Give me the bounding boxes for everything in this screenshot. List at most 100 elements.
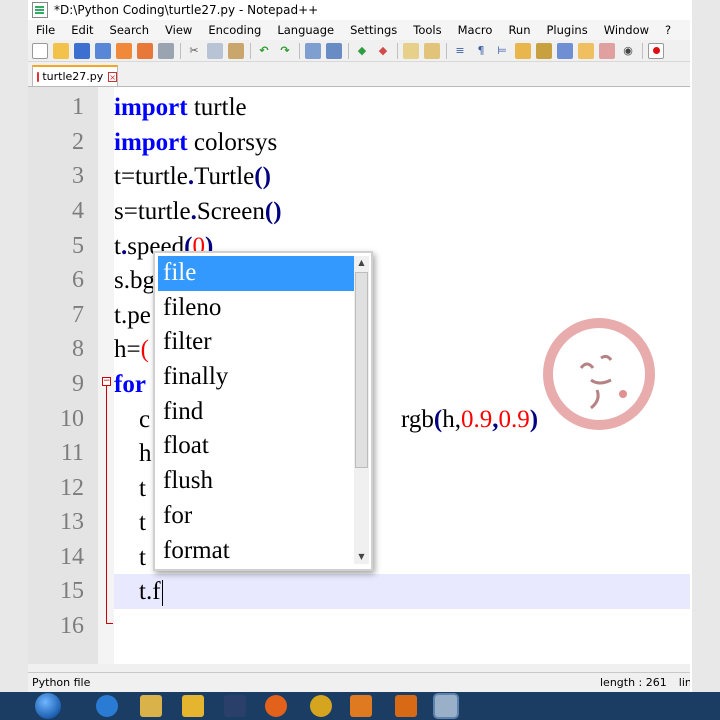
close-file-icon[interactable] bbox=[116, 42, 132, 59]
code-line: s.bg bbox=[114, 263, 155, 298]
photoshop-icon[interactable] bbox=[224, 695, 246, 717]
autocomplete-item[interactable]: flush bbox=[158, 464, 354, 499]
code-text: t bbox=[114, 475, 146, 502]
autocomplete-item[interactable]: float bbox=[158, 429, 354, 464]
windows-taskbar bbox=[0, 692, 720, 720]
title-bar[interactable]: *D:\Python Coding\turtle27.py - Notepad+… bbox=[28, 0, 690, 20]
user-language-icon[interactable] bbox=[515, 42, 531, 59]
menu-run[interactable]: Run bbox=[500, 23, 538, 37]
autocomplete-item[interactable]: fileno bbox=[158, 291, 354, 326]
media-player-icon[interactable] bbox=[182, 695, 204, 717]
print-icon[interactable] bbox=[158, 42, 174, 59]
line-number: 15 bbox=[60, 578, 84, 604]
code-text: Turtle bbox=[194, 163, 255, 190]
zoom-in-icon[interactable]: ◆ bbox=[354, 43, 370, 59]
document-map-icon[interactable] bbox=[536, 42, 552, 59]
scrollbar-thumb[interactable] bbox=[355, 272, 368, 468]
start-button-icon[interactable] bbox=[35, 693, 61, 719]
firefox-icon[interactable] bbox=[265, 695, 287, 717]
word-wrap-icon[interactable]: ≡ bbox=[452, 43, 468, 59]
close-all-icon[interactable] bbox=[137, 42, 153, 59]
toolbar-separator bbox=[299, 42, 300, 59]
find-icon[interactable] bbox=[305, 42, 321, 59]
zoom-out-icon[interactable]: ◆ bbox=[375, 43, 391, 59]
menu-search[interactable]: Search bbox=[102, 23, 158, 37]
line-number: 14 bbox=[60, 544, 84, 570]
code-text: c bbox=[114, 406, 151, 433]
toolbar-separator bbox=[250, 42, 251, 59]
text-caret bbox=[161, 580, 163, 607]
line-number: 5 bbox=[72, 233, 84, 259]
menu-macro[interactable]: Macro bbox=[450, 23, 501, 37]
code-line: import colorsys bbox=[114, 125, 277, 160]
replace-icon[interactable] bbox=[326, 42, 342, 59]
cut-icon[interactable]: ✂ bbox=[186, 43, 202, 59]
code-text: t bbox=[114, 509, 146, 536]
menu-bar: File Edit Search View Encoding Language … bbox=[28, 20, 690, 40]
code-line-tail: rgb(h,0.9,0.9) bbox=[401, 402, 538, 437]
menu-window[interactable]: Window bbox=[596, 23, 657, 37]
autocomplete-item[interactable]: file bbox=[158, 256, 354, 291]
save-all-icon[interactable] bbox=[95, 42, 111, 59]
menu-file[interactable]: File bbox=[28, 23, 63, 37]
sync-vertical-icon[interactable] bbox=[403, 42, 419, 59]
menu-edit[interactable]: Edit bbox=[63, 23, 101, 37]
autocomplete-scrollbar[interactable]: ▲ ▼ bbox=[354, 256, 369, 564]
record-macro-icon[interactable] bbox=[648, 42, 664, 59]
internet-explorer-icon[interactable] bbox=[96, 695, 118, 717]
save-icon[interactable] bbox=[74, 42, 90, 59]
autocomplete-list: file fileno filter finally find float fl… bbox=[158, 256, 354, 568]
operator: () bbox=[254, 163, 271, 190]
menu-help[interactable]: ? bbox=[657, 23, 679, 37]
menu-plugins[interactable]: Plugins bbox=[539, 23, 596, 37]
code-text: h, bbox=[442, 406, 461, 433]
show-all-characters-icon[interactable]: ¶ bbox=[473, 43, 489, 59]
app-icon[interactable] bbox=[395, 695, 417, 717]
function-list-icon[interactable] bbox=[557, 42, 573, 59]
monitoring-icon[interactable] bbox=[599, 42, 615, 59]
app-icon[interactable] bbox=[350, 695, 372, 717]
indent-guide-icon[interactable]: ⊨ bbox=[494, 43, 510, 59]
line-number: 8 bbox=[72, 336, 84, 362]
chrome-icon[interactable] bbox=[310, 695, 332, 717]
tab-label: turtle27.py bbox=[42, 70, 104, 83]
tab-turtle27[interactable]: turtle27.py × bbox=[32, 65, 118, 86]
menu-tools[interactable]: Tools bbox=[405, 23, 449, 37]
menu-view[interactable]: View bbox=[157, 23, 200, 37]
folder-as-workspace-icon[interactable] bbox=[578, 42, 594, 59]
close-tab-icon[interactable]: × bbox=[108, 71, 117, 82]
autocomplete-item[interactable]: for bbox=[158, 499, 354, 534]
autocomplete-item[interactable]: filter bbox=[158, 325, 354, 360]
code-line[interactable]: t.f bbox=[114, 574, 163, 609]
code-line: c bbox=[114, 402, 150, 437]
autocomplete-item[interactable]: find bbox=[158, 395, 354, 430]
file-explorer-icon[interactable] bbox=[140, 695, 162, 717]
menu-language[interactable]: Language bbox=[269, 23, 342, 37]
autocomplete-item[interactable]: format bbox=[158, 534, 354, 569]
code-line: s=turtle.Screen() bbox=[114, 194, 282, 229]
scroll-up-icon[interactable]: ▲ bbox=[354, 256, 369, 270]
autocomplete-popup[interactable]: file fileno filter finally find float fl… bbox=[153, 251, 373, 571]
number-literal: 0.9 bbox=[498, 406, 530, 433]
window-title: *D:\Python Coding\turtle27.py - Notepad+… bbox=[54, 3, 319, 17]
notepadpp-taskbar-icon[interactable] bbox=[435, 695, 457, 717]
paste-icon[interactable] bbox=[228, 42, 244, 59]
scroll-down-icon[interactable]: ▼ bbox=[354, 550, 369, 564]
code-text: t.pe bbox=[114, 302, 151, 329]
menu-settings[interactable]: Settings bbox=[342, 23, 405, 37]
new-file-icon[interactable] bbox=[32, 42, 48, 59]
code-line: t bbox=[114, 505, 146, 540]
sync-horizontal-icon[interactable] bbox=[424, 42, 440, 59]
notepadpp-window: *D:\Python Coding\turtle27.py - Notepad+… bbox=[28, 0, 690, 692]
code-line: t bbox=[114, 540, 146, 575]
copy-icon[interactable] bbox=[207, 42, 223, 59]
eye-icon[interactable]: ◉ bbox=[620, 43, 636, 59]
autocomplete-item[interactable]: finally bbox=[158, 360, 354, 395]
open-file-icon[interactable] bbox=[53, 42, 69, 59]
code-text: t bbox=[114, 233, 121, 260]
undo-icon[interactable]: ↶ bbox=[256, 43, 272, 59]
redo-icon[interactable]: ↷ bbox=[277, 43, 293, 59]
menu-encoding[interactable]: Encoding bbox=[200, 23, 269, 37]
keyword: for bbox=[114, 371, 146, 398]
fold-toggle-icon[interactable]: − bbox=[102, 377, 111, 386]
